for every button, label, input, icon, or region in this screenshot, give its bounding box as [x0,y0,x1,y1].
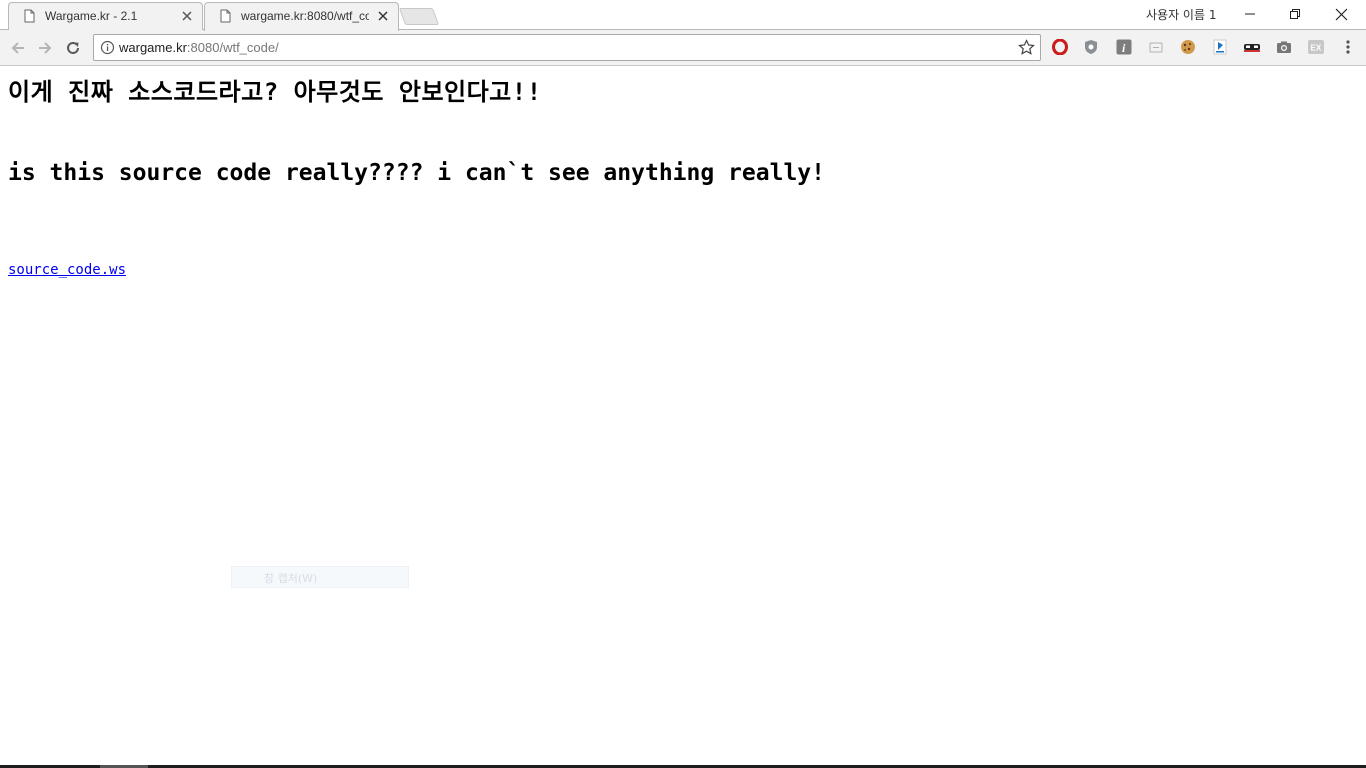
restore-icon [1290,9,1300,19]
back-button[interactable] [6,36,30,60]
url-host: wargame.kr [119,40,187,55]
page-icon [220,9,231,23]
reload-button[interactable] [61,36,85,60]
minimize-button[interactable] [1228,0,1272,28]
menu-dots-icon[interactable] [1339,38,1357,56]
tab-wargame[interactable]: Wargame.kr - 2.1 [8,2,203,30]
profile-name[interactable]: 사용자 이름 1 [1146,6,1216,23]
info-italic-icon[interactable]: i [1115,38,1133,56]
svg-text:EX: EX [1311,44,1322,53]
tab-title: wargame.kr:8080/wtf_co [241,9,369,23]
opera-icon[interactable] [1051,38,1069,56]
camera-icon[interactable] [1275,38,1293,56]
mask-icon[interactable] [1243,38,1261,56]
address-bar[interactable]: wargame.kr:8080/wtf_code/ [93,34,1041,61]
ex-icon[interactable]: EX [1307,38,1325,56]
url-text[interactable]: wargame.kr:8080/wtf_code/ [119,40,279,55]
page-icon [24,9,35,23]
ghost-menu-label: 창 캡처(W) [264,572,318,585]
reload-icon [67,41,79,54]
source-code-link[interactable]: source_code.ws [8,262,126,278]
bookmark-blue-icon[interactable] [1211,38,1229,56]
info-icon[interactable] [100,40,115,55]
reader-icon[interactable] [1147,38,1165,56]
tab-title: Wargame.kr - 2.1 [45,9,138,23]
back-arrow-icon [11,42,24,54]
restore-button[interactable] [1273,0,1317,28]
heading-english: is this source code really???? i can`t s… [8,160,825,186]
forward-arrow-icon [39,42,52,54]
close-icon[interactable] [181,10,193,22]
heading-korean: 이게 진짜 소스코드라고? 아무것도 안보인다고!! [8,78,542,106]
ghost-context-menu-item: 창 캡처(W) [231,566,409,588]
shield-icon[interactable] [1082,38,1100,56]
close-icon[interactable] [377,10,389,22]
forward-button[interactable] [33,36,57,60]
browser-toolbar: wargame.kr:8080/wtf_code/ i EX [0,30,1366,66]
url-path: :8080/wtf_code/ [186,40,279,55]
close-icon [1335,8,1347,20]
window-close-button[interactable] [1319,0,1363,28]
star-icon[interactable] [1018,39,1035,56]
cookie-icon[interactable] [1179,38,1197,56]
tab-strip: Wargame.kr - 2.1 wargame.kr:8080/wtf_co … [0,0,1366,31]
tab-wtf-code[interactable]: wargame.kr:8080/wtf_co [204,2,399,31]
page-content: 이게 진짜 소스코드라고? 아무것도 안보인다고!! is this sourc… [0,66,1366,768]
new-tab-button[interactable] [398,8,440,25]
minimize-icon [1245,13,1255,15]
